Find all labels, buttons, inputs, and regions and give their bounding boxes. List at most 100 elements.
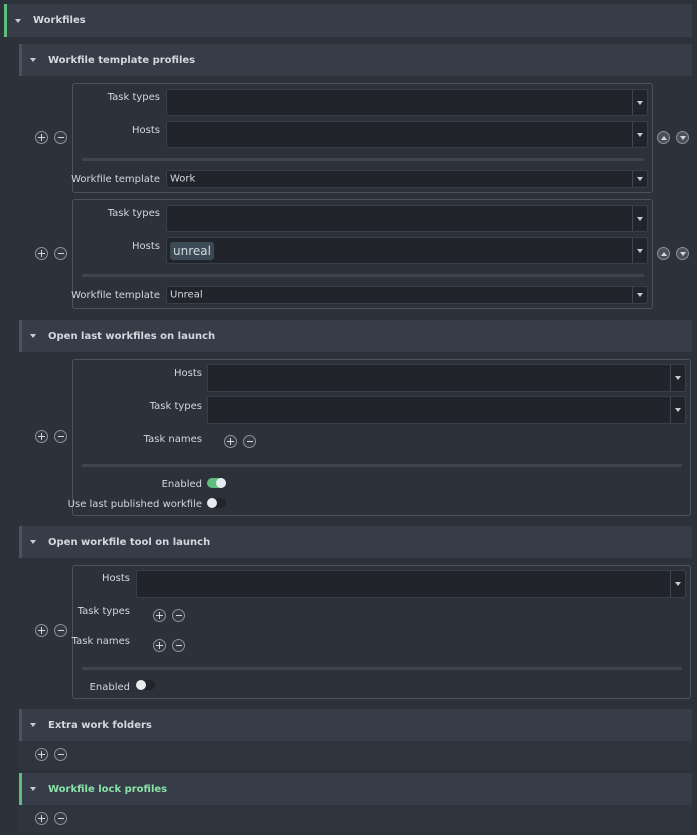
workfile-template-input[interactable]: Work [166, 170, 648, 188]
dropdown-arrow-icon[interactable] [670, 571, 685, 597]
move-up-button[interactable] [657, 131, 670, 144]
move-down-button[interactable] [676, 131, 689, 144]
task-names-label: Task names [143, 434, 202, 445]
enabled-label: Enabled [161, 479, 202, 490]
divider [82, 667, 682, 670]
plus-circle-icon [38, 815, 45, 822]
remove-task-name-button[interactable] [172, 639, 185, 652]
toggle-knob [136, 680, 146, 690]
remove-profile-button[interactable] [54, 247, 67, 260]
template-profile-item: Task types Hosts Workfile template Work [71, 83, 653, 193]
minus-circle-icon [57, 137, 64, 138]
use-last-published-toggle[interactable] [207, 498, 226, 508]
minus-circle-icon [57, 818, 64, 819]
dropdown-arrow-icon[interactable] [670, 365, 685, 391]
caret-down-icon [30, 334, 36, 338]
add-item-button[interactable] [35, 748, 48, 761]
plus-circle-icon [38, 627, 45, 634]
plus-circle-icon [38, 751, 45, 758]
section-title: Open last workfiles on launch [48, 330, 216, 342]
section-title: Workfiles [33, 15, 86, 26]
hosts-label: Hosts [132, 125, 160, 136]
section-title: Workfile template profiles [48, 54, 196, 66]
move-down-button[interactable] [676, 247, 689, 260]
plus-circle-icon [38, 250, 45, 257]
workfile-template-value: Work [170, 173, 196, 185]
hosts-field[interactable] [207, 364, 686, 392]
task-types-label: Task types [107, 208, 160, 219]
hosts-field[interactable] [136, 570, 686, 598]
open-workfile-tool-item: Hosts Task types Task names Enabled [72, 565, 691, 699]
settings-page: { "workfiles": { "title": "Workfiles", "… [0, 0, 697, 835]
add-task-name-button[interactable] [224, 435, 237, 448]
toggle-knob [207, 498, 217, 508]
move-up-button[interactable] [657, 247, 670, 260]
toggle-knob [216, 478, 226, 488]
task-types-field[interactable] [166, 205, 648, 232]
remove-item-button[interactable] [54, 430, 67, 443]
task-types-label: Task types [77, 606, 130, 617]
section-title: Open workfile tool on launch [48, 536, 211, 548]
dropdown-arrow-icon[interactable] [670, 397, 685, 423]
task-types-field[interactable] [207, 396, 686, 424]
template-profiles-header[interactable]: Workfile template profiles [19, 44, 692, 76]
add-item-button[interactable] [35, 812, 48, 825]
minus-circle-icon [57, 253, 64, 254]
template-profile-item: Task types Hosts unreal Workfile templat… [71, 199, 653, 309]
dropdown-arrow-icon[interactable] [632, 287, 647, 303]
dropdown-arrow-icon[interactable] [632, 122, 647, 147]
open-last-workfile-header[interactable]: Open last workfiles on launch [19, 320, 692, 352]
caret-down-icon [30, 787, 36, 791]
add-item-button[interactable] [35, 624, 48, 637]
workfiles-section-header[interactable]: Workfiles [4, 4, 692, 37]
minus-circle-icon [57, 436, 64, 437]
hosts-field[interactable] [166, 121, 648, 148]
enabled-toggle[interactable] [136, 680, 155, 690]
remove-profile-button[interactable] [54, 131, 67, 144]
workfile-lock-profiles-body [19, 805, 692, 833]
open-workfile-tool-header[interactable]: Open workfile tool on launch [19, 526, 692, 558]
extra-work-folders-header[interactable]: Extra work folders [19, 709, 692, 741]
divider [82, 158, 644, 161]
workfile-lock-profiles-header[interactable]: Workfile lock profiles [19, 773, 692, 805]
minus-circle-icon [246, 441, 253, 442]
use-last-published-label: Use last published workfile [67, 499, 202, 510]
task-types-field[interactable] [166, 89, 648, 116]
caret-down-icon [30, 723, 36, 727]
add-task-type-button[interactable] [153, 609, 166, 622]
open-last-workfile-item: Hosts Task types Task names Enabled Use … [68, 359, 691, 516]
chevron-up-icon [660, 251, 667, 256]
host-chip[interactable]: unreal [170, 242, 214, 260]
remove-item-button[interactable] [54, 812, 67, 825]
hosts-field[interactable]: unreal [166, 237, 648, 264]
plus-circle-icon [38, 134, 45, 141]
add-profile-button[interactable] [35, 247, 48, 260]
dropdown-arrow-icon[interactable] [632, 90, 647, 115]
add-profile-button[interactable] [35, 131, 48, 144]
caret-down-icon [30, 540, 36, 544]
dropdown-arrow-icon[interactable] [632, 171, 647, 187]
remove-item-button[interactable] [54, 624, 67, 637]
remove-task-type-button[interactable] [172, 609, 185, 622]
workfile-template-input[interactable]: Unreal [166, 286, 648, 304]
plus-circle-icon [227, 438, 234, 445]
remove-task-name-button[interactable] [243, 435, 256, 448]
dropdown-arrow-icon[interactable] [632, 206, 647, 231]
plus-circle-icon [156, 612, 163, 619]
extra-work-folders-body [19, 741, 692, 769]
hosts-label: Hosts [132, 241, 160, 252]
add-task-name-button[interactable] [153, 639, 166, 652]
minus-circle-icon [175, 645, 182, 646]
minus-circle-icon [175, 615, 182, 616]
workfile-template-value: Unreal [170, 289, 203, 301]
plus-circle-icon [38, 433, 45, 440]
enabled-toggle[interactable] [207, 478, 226, 488]
dropdown-arrow-icon[interactable] [632, 238, 647, 263]
section-title: Extra work folders [48, 719, 152, 731]
enabled-label: Enabled [89, 682, 130, 693]
hosts-label: Hosts [102, 573, 130, 584]
add-item-button[interactable] [35, 430, 48, 443]
plus-circle-icon [156, 642, 163, 649]
remove-item-button[interactable] [54, 748, 67, 761]
task-types-label: Task types [149, 401, 202, 412]
